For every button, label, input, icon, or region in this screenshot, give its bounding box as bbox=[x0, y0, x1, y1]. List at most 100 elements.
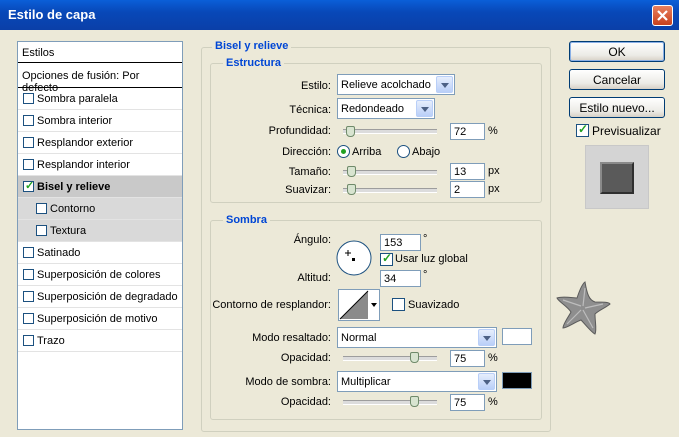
technique-value: Redondeado bbox=[341, 103, 405, 115]
altitude-unit: ° bbox=[423, 269, 428, 281]
style-item-stroke[interactable]: Trazo bbox=[18, 330, 182, 352]
blending-options[interactable]: Opciones de fusión: Por defecto bbox=[18, 64, 182, 94]
style-item-color-overlay[interactable]: Superposición de colores bbox=[18, 264, 182, 286]
direction-down-radio[interactable] bbox=[397, 145, 410, 158]
outer-glow-checkbox[interactable] bbox=[23, 137, 34, 148]
highlight-opacity-label: Opacidad: bbox=[280, 352, 331, 364]
shadow-mode-value: Multiplicar bbox=[341, 376, 391, 388]
style-select[interactable]: Relieve acolchado bbox=[337, 74, 455, 95]
altitude-label: Altitud: bbox=[297, 272, 331, 284]
structure-title: Estructura bbox=[223, 57, 285, 69]
style-item-satin[interactable]: Satinado bbox=[18, 242, 182, 264]
style-item-pattern-overlay[interactable]: Superposición de motivo bbox=[18, 308, 182, 330]
new-style-button[interactable]: Estilo nuevo... bbox=[569, 97, 665, 118]
size-unit: px bbox=[488, 165, 500, 177]
style-item-drop-shadow[interactable]: Sombra paralela bbox=[18, 88, 182, 110]
angle-unit: ° bbox=[423, 233, 428, 245]
style-item-label: Resplandor exterior bbox=[37, 137, 133, 149]
styles-header[interactable]: Estilos bbox=[18, 42, 182, 63]
highlight-opacity-input[interactable]: 75 bbox=[450, 350, 485, 367]
inner-glow-checkbox[interactable] bbox=[23, 159, 34, 170]
size-slider-thumb[interactable] bbox=[346, 166, 356, 177]
style-value: Relieve acolchado bbox=[341, 79, 431, 91]
close-button[interactable] bbox=[652, 5, 673, 26]
angle-dot bbox=[352, 258, 355, 261]
color-overlay-checkbox[interactable] bbox=[23, 269, 34, 280]
gloss-contour-label: Contorno de resplandor: bbox=[212, 299, 331, 311]
highlight-opacity-unit: % bbox=[488, 352, 498, 364]
satin-checkbox[interactable] bbox=[23, 247, 34, 258]
angle-label: Ángulo: bbox=[293, 234, 331, 246]
depth-slider[interactable] bbox=[343, 129, 437, 134]
shadow-mode-label: Modo de sombra: bbox=[245, 376, 331, 388]
gloss-contour-picker[interactable] bbox=[338, 289, 380, 321]
angle-input[interactable]: 153 bbox=[380, 234, 421, 251]
inner-shadow-checkbox[interactable] bbox=[23, 115, 34, 126]
style-item-label: Superposición de colores bbox=[37, 269, 161, 281]
bevel-emboss-checkbox[interactable]: ✓ bbox=[23, 180, 34, 192]
shadow-mode-select[interactable]: Multiplicar bbox=[337, 371, 497, 392]
angle-dial[interactable] bbox=[335, 239, 373, 277]
size-input[interactable]: 13 bbox=[450, 163, 485, 180]
style-item-inner-shadow[interactable]: Sombra interior bbox=[18, 110, 182, 132]
shadow-opacity-input[interactable]: 75 bbox=[450, 394, 485, 411]
style-item-contour[interactable]: Contorno bbox=[18, 198, 182, 220]
global-light-label: Usar luz global bbox=[395, 253, 468, 265]
preview-checkbox[interactable] bbox=[576, 122, 589, 137]
antialias-label: Suavizado bbox=[408, 299, 460, 311]
antialias-checkbox[interactable] bbox=[392, 298, 405, 311]
drop-shadow-checkbox[interactable] bbox=[23, 93, 34, 104]
shadow-opacity-label: Opacidad: bbox=[280, 396, 331, 408]
shadow-opacity-slider[interactable] bbox=[343, 400, 437, 405]
global-light-checkbox[interactable] bbox=[380, 251, 393, 266]
chevron-down-icon[interactable] bbox=[478, 373, 495, 390]
style-item-outer-glow[interactable]: Resplandor exterior bbox=[18, 132, 182, 154]
depth-label: Profundidad: bbox=[268, 125, 331, 137]
altitude-input[interactable]: 34 bbox=[380, 270, 421, 287]
chevron-down-icon[interactable] bbox=[478, 329, 495, 346]
highlight-mode-label: Modo resaltado: bbox=[252, 332, 331, 344]
direction-up-radio[interactable] bbox=[337, 145, 350, 158]
soften-slider-thumb[interactable] bbox=[346, 184, 356, 195]
window-title: Estilo de capa bbox=[8, 7, 96, 22]
pattern-overlay-checkbox[interactable] bbox=[23, 313, 34, 324]
chevron-down-icon[interactable] bbox=[436, 76, 453, 93]
depth-slider-thumb[interactable] bbox=[345, 126, 355, 137]
size-slider[interactable] bbox=[343, 170, 437, 175]
texture-checkbox[interactable] bbox=[36, 225, 47, 236]
depth-unit: % bbox=[488, 125, 498, 137]
gradient-overlay-checkbox[interactable] bbox=[23, 291, 34, 302]
ok-button[interactable]: OK bbox=[569, 41, 665, 62]
style-item-label: Trazo bbox=[37, 335, 65, 347]
size-label: Tamaño: bbox=[288, 166, 331, 178]
highlight-opacity-thumb[interactable] bbox=[409, 352, 419, 363]
chevron-down-icon[interactable] bbox=[416, 100, 433, 117]
soften-slider[interactable] bbox=[343, 188, 437, 193]
style-item-texture[interactable]: Textura bbox=[18, 220, 182, 242]
direction-down-label: Abajo bbox=[412, 146, 441, 158]
shadow-opacity-thumb[interactable] bbox=[409, 396, 419, 407]
soften-unit: px bbox=[488, 183, 500, 195]
highlight-color-swatch[interactable] bbox=[502, 328, 532, 345]
technique-select[interactable]: Redondeado bbox=[337, 98, 435, 119]
preview-swatch bbox=[600, 162, 634, 194]
cancel-button[interactable]: Cancelar bbox=[569, 69, 665, 90]
bevel-emboss-title: Bisel y relieve bbox=[212, 40, 292, 52]
style-item-label: Sombra interior bbox=[37, 115, 113, 127]
stroke-checkbox[interactable] bbox=[23, 335, 34, 346]
style-label: Estilo: bbox=[301, 80, 331, 92]
chevron-down-icon[interactable] bbox=[369, 290, 379, 320]
soften-label: Suavizar: bbox=[285, 184, 331, 196]
highlight-opacity-slider[interactable] bbox=[343, 356, 437, 361]
style-item-gradient-overlay[interactable]: Superposición de degradado bbox=[18, 286, 182, 308]
highlight-mode-value: Normal bbox=[341, 332, 377, 344]
depth-input[interactable]: 72 bbox=[450, 123, 485, 140]
highlight-mode-select[interactable]: Normal bbox=[337, 327, 497, 348]
contour-checkbox[interactable] bbox=[36, 203, 47, 214]
style-item-inner-glow[interactable]: Resplandor interior bbox=[18, 154, 182, 176]
style-preview bbox=[585, 145, 649, 209]
style-item-bevel-emboss[interactable]: ✓ Bisel y relieve bbox=[18, 176, 182, 198]
shadow-color-swatch[interactable] bbox=[502, 372, 532, 389]
soften-input[interactable]: 2 bbox=[450, 181, 485, 198]
direction-up-label: Arriba bbox=[352, 146, 382, 158]
